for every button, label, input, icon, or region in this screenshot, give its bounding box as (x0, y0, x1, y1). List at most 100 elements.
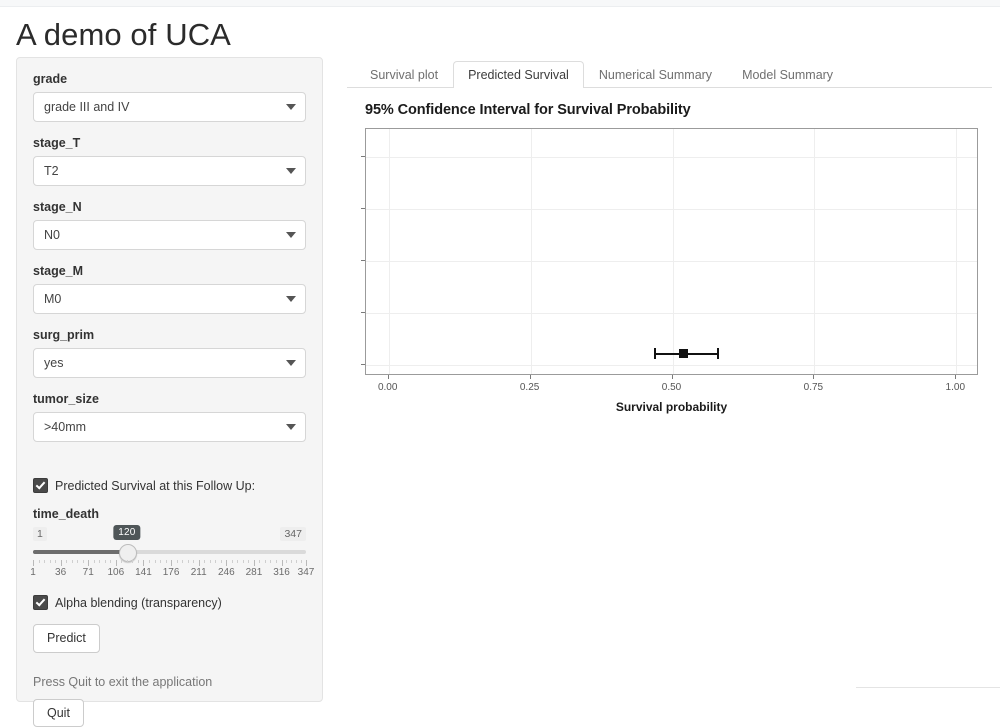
select-tumor-size[interactable]: >40mm (33, 412, 306, 442)
slider-tick-minor (276, 560, 277, 563)
slider-tick-minor (291, 560, 292, 563)
field-stage-t: stage_T T2 (33, 136, 306, 186)
field-surg-prim: surg_prim yes (33, 328, 306, 378)
slider-tick (282, 560, 283, 566)
slider-tick-minor (270, 560, 271, 563)
x-axis-tick (813, 375, 814, 379)
slider-value-bubble: 120 (113, 525, 140, 540)
slider-tick-label: 1 (30, 567, 36, 578)
slider-tick-minor (110, 560, 111, 563)
slider-tick-minor (77, 560, 78, 563)
quit-button[interactable]: Quit (33, 699, 84, 727)
checkbox-followup[interactable] (33, 478, 48, 493)
slider-tick-minor (155, 560, 156, 563)
slider-tick-minor (132, 560, 133, 563)
predict-button[interactable]: Predict (33, 624, 100, 653)
y-axis-tick (361, 156, 365, 157)
gridline-vertical (389, 129, 390, 374)
slider-time-death[interactable]: time_death 1 120 347 1367110614117621124… (33, 507, 306, 581)
y-axis-tick (361, 364, 365, 365)
chevron-down-icon (286, 424, 296, 430)
gridline-horizontal (366, 313, 977, 314)
slider-tick-minor (215, 560, 216, 563)
slider-tick (116, 560, 117, 566)
field-label-stage-n: stage_N (33, 200, 306, 214)
gridline-vertical (673, 129, 674, 374)
slider-tick-minor (44, 560, 45, 563)
gridline-vertical (814, 129, 815, 374)
field-tumor-size: tumor_size >40mm (33, 392, 306, 442)
slider-tick-label: 106 (108, 567, 125, 578)
field-label-surg-prim: surg_prim (33, 328, 306, 342)
x-axis-tick-label: 0.00 (378, 382, 397, 393)
y-axis-tick (361, 312, 365, 313)
slider-tick-label: 176 (163, 567, 180, 578)
select-stage-n[interactable]: N0 (33, 220, 306, 250)
gridline-horizontal (366, 157, 977, 158)
slider-tick-label: 281 (246, 567, 263, 578)
slider-tick-label: 211 (191, 567, 207, 578)
y-axis-tick (361, 260, 365, 261)
select-surg-prim[interactable]: yes (33, 348, 306, 378)
slider-tick-minor (66, 560, 67, 563)
select-grade[interactable]: grade III and IV (33, 92, 306, 122)
tab-model-summary[interactable]: Model Summary (727, 61, 848, 89)
chevron-down-icon (286, 296, 296, 302)
y-axis-tick (361, 208, 365, 209)
slider-tick-minor (182, 560, 183, 563)
x-axis-tick (672, 375, 673, 379)
slider-tick (61, 560, 62, 566)
gridline-vertical (956, 129, 957, 374)
select-stage-t-value: T2 (44, 164, 59, 178)
field-stage-n: stage_N N0 (33, 200, 306, 250)
slider-tick-label: 316 (273, 567, 290, 578)
slider-tick-minor (177, 560, 178, 563)
checkbox-row-followup[interactable]: Predicted Survival at this Follow Up: (33, 478, 306, 493)
slider-label-time-death: time_death (33, 507, 306, 521)
plot-frame (365, 128, 978, 375)
slider-tick-minor (265, 560, 266, 563)
main-panel: Survival plot Predicted Survival Numeric… (347, 57, 992, 418)
field-stage-m: stage_M M0 (33, 264, 306, 314)
x-axis-tick-label: 0.75 (804, 382, 823, 393)
slider-tick-minor (232, 560, 233, 563)
select-stage-t[interactable]: T2 (33, 156, 306, 186)
slider-tick-minor (296, 560, 297, 563)
tab-numerical-summary[interactable]: Numerical Summary (584, 61, 727, 89)
spacer (33, 456, 306, 478)
slider-tick (254, 560, 255, 566)
slider-tick-minor (248, 560, 249, 563)
chart-title: 95% Confidence Interval for Survival Pro… (365, 102, 992, 118)
x-axis-tick (955, 375, 956, 379)
checkbox-followup-label: Predicted Survival at this Follow Up: (55, 479, 255, 493)
slider-tick-minor (166, 560, 167, 563)
tab-predicted-survival[interactable]: Predicted Survival (453, 61, 584, 89)
input-sidebar-panel: grade grade III and IV stage_T T2 stage_… (16, 57, 323, 702)
slider-fill (33, 550, 127, 554)
x-axis-tick (530, 375, 531, 379)
tab-survival-plot[interactable]: Survival plot (355, 61, 453, 89)
slider-end-labels: 1 120 347 (33, 526, 306, 542)
gridline-vertical (531, 129, 532, 374)
select-grade-value: grade III and IV (44, 100, 129, 114)
estimate-point-marker (679, 349, 688, 358)
slider-tick-minor (149, 560, 150, 563)
slider-tick-minor (259, 560, 260, 563)
select-stage-n-value: N0 (44, 228, 60, 242)
checkbox-alpha-blending[interactable] (33, 595, 48, 610)
x-axis-tick-label: 1.00 (946, 382, 965, 393)
slider-track[interactable] (33, 545, 306, 559)
tab-bar: Survival plot Predicted Survival Numeric… (347, 57, 992, 88)
slider-tick-minor (243, 560, 244, 563)
field-label-stage-m: stage_M (33, 264, 306, 278)
chevron-down-icon (286, 232, 296, 238)
page-title: A demo of UCA (16, 14, 231, 56)
slider-tick-minor (301, 560, 302, 563)
select-stage-m[interactable]: M0 (33, 284, 306, 314)
gridline-horizontal (366, 261, 977, 262)
slider-tick-label: 246 (218, 567, 235, 578)
gridline-horizontal (366, 209, 977, 210)
chevron-down-icon (286, 360, 296, 366)
select-surg-prim-value: yes (44, 356, 63, 370)
checkbox-row-alpha-blending[interactable]: Alpha blending (transparency) (33, 595, 306, 610)
